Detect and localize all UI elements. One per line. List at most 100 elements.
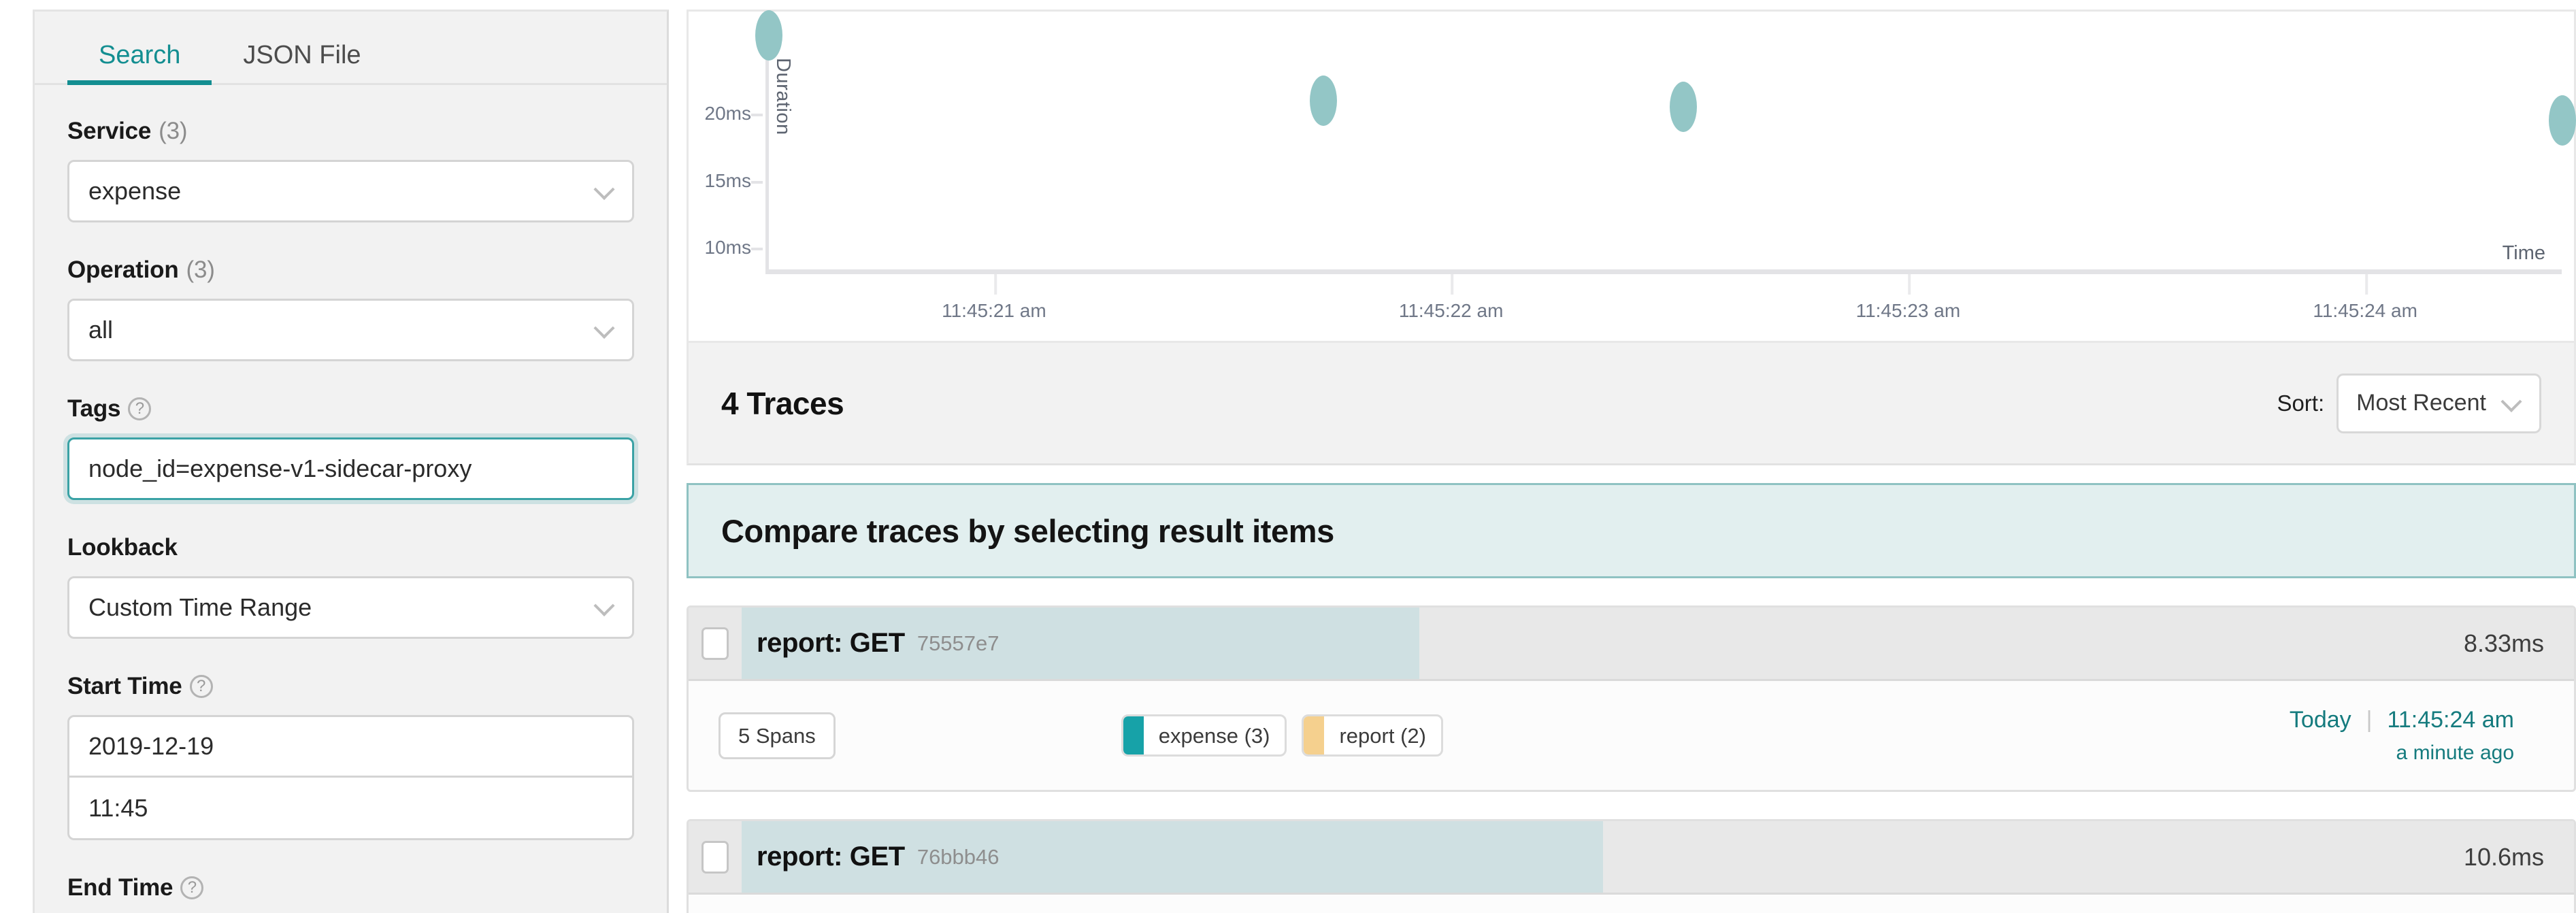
- field-lookback: Lookback Custom Time Range: [67, 534, 634, 639]
- trace-title: report: GET76bbb46: [742, 821, 1000, 893]
- main-pane: Duration Time 10ms 15ms 20ms 11:45:21 am 11:…: [687, 0, 2576, 913]
- service-badge[interactable]: expense (3): [1121, 714, 1287, 757]
- x-axis-tick: 11:45:23 am: [1856, 300, 1961, 322]
- help-icon[interactable]: ?: [128, 397, 151, 420]
- results-header: 4 Traces Sort: Most Recent: [687, 343, 2576, 465]
- scatter-point[interactable]: [1670, 82, 1697, 132]
- tags-label: Tags ?: [67, 395, 634, 422]
- trace-rows-container: report: GET 75557e7 8.33ms 5 Spansexpense (…: [687, 605, 2576, 913]
- operation-label: Operation (3): [67, 256, 634, 284]
- service-color-swatch: [1123, 716, 1144, 754]
- tags-value: node_id=expense-v1-sidecar-proxy: [88, 454, 472, 483]
- service-select[interactable]: expense: [67, 160, 634, 222]
- x-axis-title: Time: [2503, 242, 2545, 265]
- sidebar-tabbar: Search JSON File: [35, 12, 667, 85]
- trace-id: 75557e7: [917, 631, 1000, 656]
- trace-select-cell: [689, 608, 742, 679]
- service-badge[interactable]: report (2): [1302, 714, 1442, 757]
- tags-input[interactable]: node_id=expense-v1-sidecar-proxy: [67, 437, 634, 500]
- trace-title: report: GET 75557e7: [742, 608, 1000, 679]
- tab-search[interactable]: Search: [67, 42, 212, 83]
- service-value: expense: [88, 177, 181, 205]
- time-separator: |: [2366, 707, 2373, 733]
- field-start-time: Start Time ? 2019-12-19 11:45: [67, 673, 634, 840]
- trace-select-cell: [689, 821, 742, 893]
- trace-duration: 8.33ms: [2464, 629, 2574, 658]
- scatter-point[interactable]: [755, 10, 782, 61]
- lookback-value: Custom Time Range: [88, 593, 312, 622]
- trace-relative-time: a minute ago: [2290, 742, 2514, 765]
- y-axis-title: Duration: [772, 58, 794, 135]
- lookback-label-text: Lookback: [67, 534, 178, 561]
- start-clock-value: 11:45: [88, 794, 148, 823]
- field-tags: Tags ? node_id=expense-v1-sidecar-proxy: [67, 395, 634, 500]
- service-label: Service (3): [67, 118, 634, 145]
- start-time-label: Start Time ?: [67, 673, 634, 700]
- traces-count: 4 Traces: [721, 385, 844, 422]
- scatter-point[interactable]: [2549, 95, 2576, 146]
- trace-duration: 10.6ms: [2464, 843, 2574, 872]
- service-count: (3): [159, 118, 187, 145]
- trace-name: report: GET: [757, 628, 905, 659]
- help-icon[interactable]: ?: [190, 675, 213, 698]
- x-axis-tick: 11:45:21 am: [942, 300, 1046, 322]
- end-time-label: End Time ?: [67, 874, 634, 901]
- jaeger-search-page: Search JSON File Service (3) expense: [0, 0, 2576, 913]
- operation-value: all: [88, 316, 113, 344]
- service-color-swatch: [1304, 716, 1324, 754]
- chevron-down-icon: [595, 319, 613, 337]
- sort-label: Sort:: [2277, 391, 2324, 416]
- y-axis-tick: 10ms: [689, 237, 762, 259]
- trace-day: Today: [2290, 707, 2351, 733]
- start-date-input[interactable]: 2019-12-19: [67, 715, 634, 778]
- chart-plot-area: Duration Time 10ms 15ms 20ms 11:45:21 am 11:…: [689, 12, 2574, 341]
- trace-row-header[interactable]: report: GET 75557e7 8.33ms: [689, 608, 2574, 681]
- service-badge-label: report (2): [1324, 716, 1440, 754]
- tab-search-label: Search: [99, 41, 180, 69]
- x-axis-line: [765, 269, 2562, 274]
- trace-scatter-chart[interactable]: Duration Time 10ms 15ms 20ms 11:45:21 am 11:…: [687, 10, 2576, 343]
- y-axis-line: [765, 54, 769, 274]
- results-list: Compare traces by selecting result items…: [687, 465, 2576, 913]
- sort-select[interactable]: Most Recent: [2336, 374, 2541, 433]
- help-icon[interactable]: ?: [180, 876, 203, 899]
- tab-json-file[interactable]: JSON File: [212, 42, 392, 83]
- operation-select[interactable]: all: [67, 299, 634, 361]
- trace-row-meta: 5 Spansexpense (3)report (2)Today|11:45:…: [689, 681, 2574, 790]
- field-service: Service (3) expense: [67, 118, 634, 222]
- start-date-value: 2019-12-19: [88, 732, 214, 761]
- search-sidebar: Search JSON File Service (3) expense: [33, 10, 669, 913]
- service-label-text: Service: [67, 118, 151, 145]
- operation-label-text: Operation: [67, 256, 179, 284]
- operation-count: (3): [186, 256, 215, 284]
- lookback-select[interactable]: Custom Time Range: [67, 576, 634, 639]
- trace-timestamps: Today | 11:45:24 am a minute ago: [2290, 707, 2544, 765]
- trace-row[interactable]: report: GET75557e78.33ms5 Spansexpense (…: [687, 605, 2576, 792]
- trace-select-checkbox[interactable]: [701, 841, 729, 874]
- trace-row-meta: 5 Spansexpense (3)report (2)Today|11:45:…: [689, 895, 2574, 913]
- y-axis-tick: 15ms: [689, 170, 762, 192]
- trace-row[interactable]: report: GET76bbb46 10.6ms 5 Spansexpense (…: [687, 819, 2576, 913]
- tags-label-text: Tags: [67, 395, 120, 422]
- lookback-label: Lookback: [67, 534, 634, 561]
- chevron-down-icon: [595, 180, 613, 198]
- compare-banner-text: Compare traces by selecting result items: [721, 512, 1334, 550]
- trace-select-checkbox[interactable]: [701, 627, 729, 660]
- sort-control: Sort: Most Recent: [2277, 374, 2541, 433]
- chevron-down-icon: [2503, 393, 2520, 410]
- service-badges: expense (3) report (2): [1121, 714, 1443, 757]
- tab-json-file-label: JSON File: [243, 41, 361, 69]
- scatter-point[interactable]: [1310, 76, 1337, 126]
- trace-row-header[interactable]: report: GET76bbb46 10.6ms: [689, 821, 2574, 895]
- end-time-label-text: End Time: [67, 874, 173, 901]
- trace-time: 11:45:24 am: [2387, 707, 2514, 733]
- y-axis-tick: 20ms: [689, 103, 762, 124]
- start-time-label-text: Start Time: [67, 673, 182, 700]
- start-clock-input[interactable]: 11:45: [67, 778, 634, 840]
- trace-time-row: Today | 11:45:24 am: [2290, 707, 2514, 733]
- chevron-down-icon: [595, 597, 613, 614]
- field-end-time: End Time ? 2019-12-19: [67, 874, 634, 913]
- trace-id: 76bbb46: [917, 845, 1000, 869]
- sort-value: Most Recent: [2356, 390, 2486, 416]
- field-operation: Operation (3) all: [67, 256, 634, 361]
